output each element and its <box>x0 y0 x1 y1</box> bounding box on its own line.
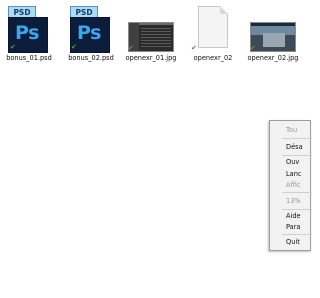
file-name: bonus_02.psd <box>68 54 114 62</box>
file-tile[interactable]: PSD Ps ✔ bonus_01.psd <box>2 3 56 65</box>
context-menu: Tou Désa Ouv Lanc Affic 13% Aide Para Qu… <box>269 120 312 251</box>
menu-item[interactable]: Tou <box>286 126 297 134</box>
menu-item: 13% <box>286 197 301 205</box>
menu-item[interactable]: Ouv <box>286 158 299 166</box>
sync-check-icon: ✔ <box>10 43 16 51</box>
file-tile[interactable]: PSD Ps ✔ bonus_02.psd <box>64 3 118 65</box>
sync-check-icon: ✔ <box>191 44 197 52</box>
file-name: openexr_01.jpg <box>125 54 177 62</box>
menu-item[interactable]: Quit <box>286 238 300 246</box>
menu-separator <box>282 138 312 139</box>
sync-check-icon: ✔ <box>250 44 256 52</box>
file-name: bonus_01.psd <box>6 54 52 62</box>
menu-item[interactable]: Lanc <box>286 170 302 178</box>
menu-item[interactable]: Affic <box>286 181 301 189</box>
sync-check-icon: ✔ <box>71 43 77 51</box>
photoshop-logo: Ps <box>15 22 39 44</box>
file-name: openexr_02.jpg <box>247 54 299 62</box>
blank-file-icon <box>198 6 228 48</box>
menu-item[interactable]: Aide <box>286 212 301 220</box>
menu-separator <box>282 234 312 235</box>
photoshop-logo: Ps <box>77 22 101 44</box>
menu-separator <box>282 155 312 156</box>
sync-check-icon: ✔ <box>128 44 134 52</box>
file-tile[interactable]: ✔ openexr_02.jpg <box>246 3 300 65</box>
file-tile[interactable]: ✔ openexr_01.jpg <box>124 3 178 65</box>
menu-separator <box>282 192 312 193</box>
menu-item[interactable]: Para <box>286 223 300 231</box>
menu-item[interactable]: Désa <box>286 143 303 151</box>
menu-separator <box>282 209 312 210</box>
file-name: openexr_02 <box>193 54 233 62</box>
file-tile[interactable]: ✔ openexr_02 <box>186 3 240 65</box>
